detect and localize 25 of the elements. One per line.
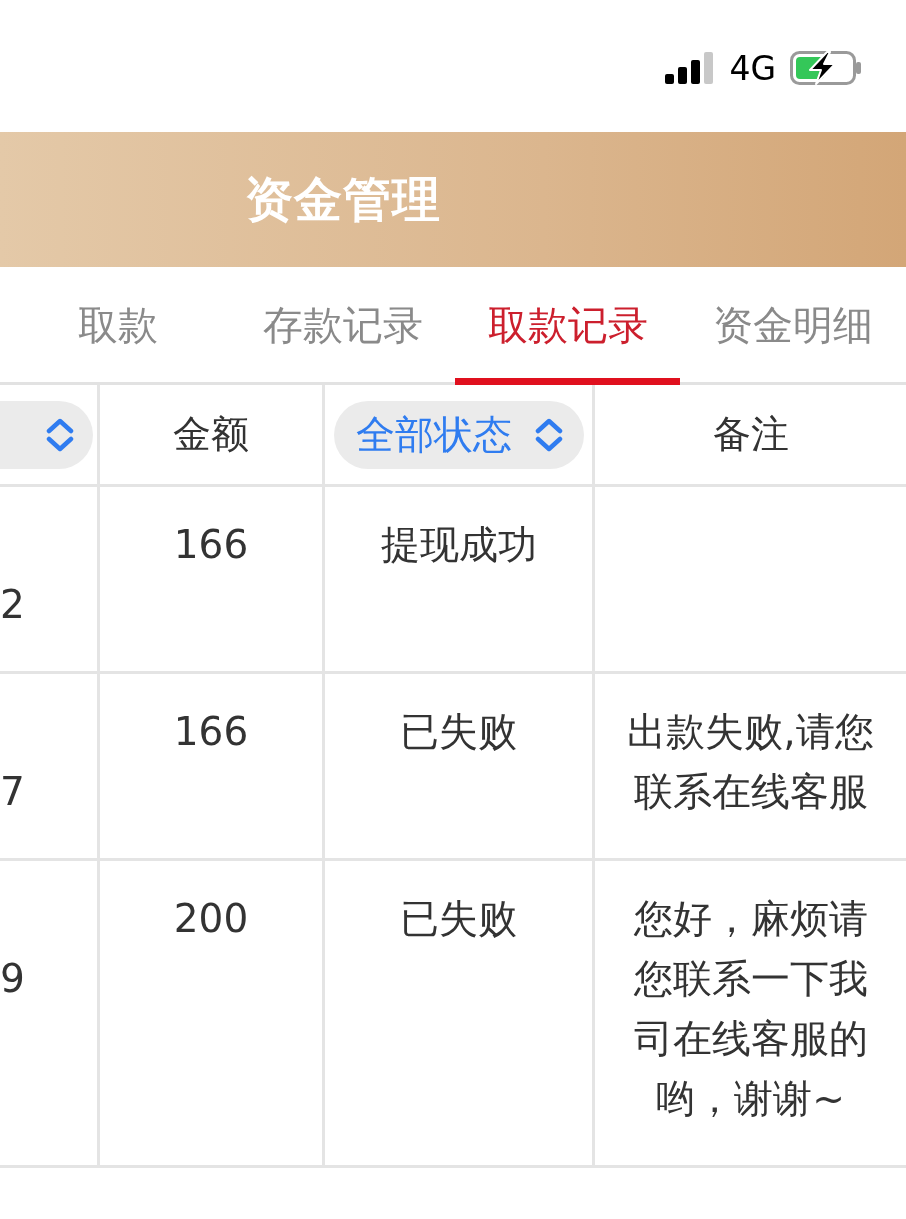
tab[interactable]: 取款记录	[455, 267, 680, 385]
table-cell: 出款失败,请您联系在线客服	[627, 709, 874, 814]
signal-icon	[665, 52, 716, 84]
table-cell: 7	[0, 769, 25, 814]
column-header: 备注	[712, 411, 789, 458]
table-cell: 提现成功	[380, 522, 537, 567]
table-cell: 166	[173, 709, 249, 754]
page-title: 资金管理	[245, 169, 441, 229]
column-filter-button[interactable]	[0, 400, 93, 469]
tab[interactable]: 资金明细	[680, 267, 905, 385]
table-cell: 200	[173, 896, 249, 941]
table-cell: 已失败	[400, 896, 517, 941]
table-cell: 您好，麻烦请您联系一下我司在线客服的哟，谢谢~	[633, 896, 868, 1121]
status-filter-button[interactable]: 全部状态	[333, 400, 584, 469]
tab[interactable]: 存款记录	[230, 267, 455, 385]
column-header: 金额	[173, 411, 249, 458]
battery-charging-icon	[790, 51, 862, 85]
chevron-up-down-icon	[45, 417, 75, 452]
tab[interactable]: 取款	[5, 267, 230, 385]
table-cell: 2	[0, 582, 25, 627]
chevron-up-down-icon	[533, 417, 564, 452]
table-cell: 166	[173, 522, 249, 567]
table-cell: 已失败	[400, 709, 517, 754]
table-cell: 9	[0, 956, 25, 1001]
network-label: 4G	[729, 51, 776, 85]
